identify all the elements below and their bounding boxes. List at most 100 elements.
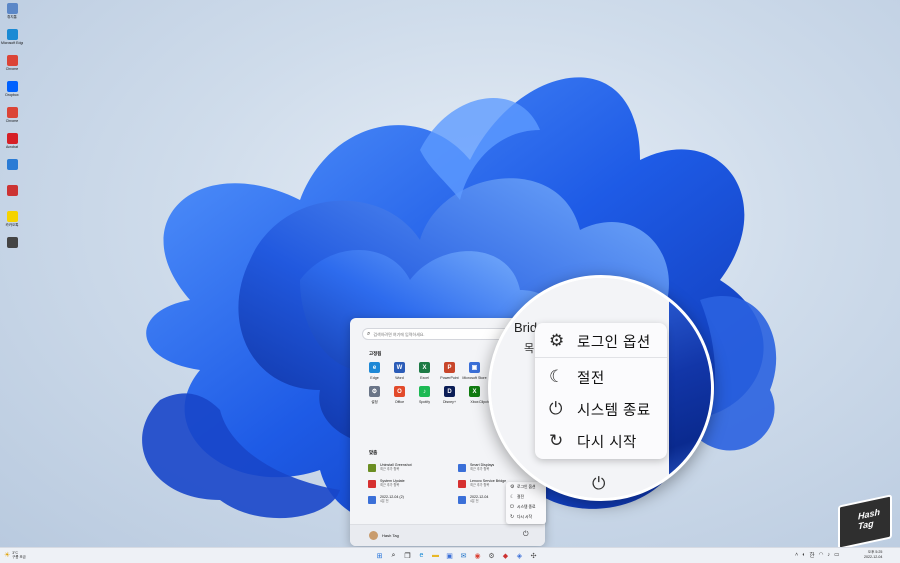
desktop-icon[interactable]: 휴지통	[2, 3, 22, 29]
pinned-app-label: Xbox	[470, 400, 479, 404]
pinned-app-label: Edge	[370, 376, 379, 380]
file-icon	[368, 480, 376, 488]
power-icon: ⏻	[510, 504, 514, 510]
weather-widget[interactable]: ☀ 3°C 구름 조금	[4, 551, 26, 559]
power-menu-item[interactable]: ↻ 다시 시작	[506, 512, 546, 522]
pinned-app[interactable]: W Word	[387, 362, 412, 380]
power-menu-label: 다시 시작	[517, 514, 533, 519]
pinned-app[interactable]: e Edge	[362, 362, 387, 380]
file-icon	[368, 464, 376, 472]
taskbar-edge-icon[interactable]: e	[416, 550, 427, 561]
power-menu-label: 시스템 종료	[517, 504, 536, 509]
desktop-icon[interactable]: Acrobat	[2, 133, 22, 159]
pinned-app[interactable]: ▣ Microsoft Store	[462, 362, 487, 380]
app-icon: ♪	[419, 386, 430, 397]
pinned-app[interactable]: D Disney+	[437, 386, 462, 404]
desktop-icon-label: Dropbox	[5, 93, 19, 97]
tray-app-icon[interactable]: ◐	[802, 552, 805, 558]
file-icon	[458, 496, 466, 504]
taskbar-chrome-icon[interactable]: ◉	[472, 550, 483, 561]
chrome-icon	[6, 107, 18, 118]
pinned-app-label: 설정	[371, 400, 378, 404]
pinned-app[interactable]: O Office	[387, 386, 412, 404]
desktop-icon-label: Chrome	[5, 67, 19, 71]
magnified-power-icon[interactable]: ⏻	[592, 474, 605, 494]
file-icon	[368, 496, 376, 504]
taskbar-app-icon[interactable]: ◆	[500, 550, 511, 561]
magnified-power-menu-label: 로그인 옵션	[577, 334, 651, 351]
desktop-icon[interactable]: Microsoft Edge	[1, 29, 23, 55]
desktop-icon[interactable]	[2, 185, 22, 211]
wifi-icon[interactable]: ◠	[819, 552, 824, 558]
taskbar-app2-icon[interactable]: ◈	[514, 550, 525, 561]
pinned-app-label: Word	[395, 376, 404, 380]
desktop-icon[interactable]: Chrome	[2, 107, 22, 133]
clock-date: 2022-12-04	[864, 555, 883, 559]
magnified-power-flyout: ⚙ 로그인 옵션 ☾ 절전 ⏻ 시스템 종료 ↻ 다시 시작	[535, 323, 667, 459]
ime-indicator[interactable]: 한	[810, 551, 815, 559]
taskbar-start-icon[interactable]: ⊞	[374, 550, 385, 561]
taskbar-mail-icon[interactable]: ✉	[458, 550, 469, 561]
clock[interactable]: 오후 5:25 2022-12-04	[864, 550, 882, 560]
recommended-title: 맞춤	[369, 450, 378, 455]
desktop-icon-label: 휴지통	[7, 15, 17, 19]
app-icon: O	[394, 386, 405, 397]
recommended-text: Uninstall Greenshot 최근 추가 항목	[380, 463, 412, 471]
magnified-partial-text: Brid	[514, 320, 538, 335]
desktop-icon-label: Chrome	[5, 119, 19, 123]
app-icon: D	[444, 386, 455, 397]
recommended-sub: 최근 추가 항목	[380, 483, 400, 487]
magnified-power-menu-item[interactable]: ☾ 절전	[535, 362, 667, 392]
magnified-power-menu-item[interactable]: ⏻ 시스템 종료	[535, 394, 667, 424]
user-account[interactable]: Hash Tag	[369, 531, 399, 540]
taskbar-file-explorer-icon[interactable]: ▬	[430, 550, 441, 561]
taskbar-store-icon[interactable]: ▣	[444, 550, 455, 561]
acrobat-icon	[6, 133, 18, 144]
battery-icon[interactable]: ▭	[834, 552, 839, 558]
desktop-icon[interactable]: Dropbox	[2, 81, 22, 107]
magnified-power-menu-label: 시스템 종료	[577, 402, 651, 419]
taskbar-task-view-icon[interactable]: ❐	[402, 550, 413, 561]
pinned-app-label: Disney+	[442, 400, 457, 404]
app-icon: X	[419, 362, 430, 373]
kakao-icon	[6, 211, 18, 222]
magnified-power-menu-item[interactable]: ↻ 다시 시작	[535, 426, 667, 456]
pinned-app[interactable]: X Excel	[412, 362, 437, 380]
volume-icon[interactable]: ♪	[827, 552, 830, 558]
recommended-item[interactable]: Uninstall Greenshot 최근 추가 항목	[368, 463, 448, 477]
power-icon: ⏻	[549, 399, 563, 418]
power-menu-item[interactable]: ⏻ 시스템 종료	[506, 502, 546, 512]
recommended-item[interactable]: 2022-12-04 (2) 4분 전	[368, 495, 448, 509]
taskbar-search-icon[interactable]: ⌕	[388, 550, 399, 561]
file-icon	[458, 464, 466, 472]
app-icon: W	[394, 362, 405, 373]
search-icon: ⌕	[367, 330, 371, 337]
pinned-app-label: Microsoft Store	[462, 376, 487, 380]
pinned-app[interactable]: P PowerPoint	[437, 362, 462, 380]
pinned-app[interactable]: ♪ Spotify	[412, 386, 437, 404]
taskbar-app3-icon[interactable]: ✣	[528, 550, 539, 561]
power-icon[interactable]: ⏻	[523, 531, 529, 539]
moon-icon: ☾	[549, 367, 565, 386]
desktop-icon[interactable]: Chrome	[2, 55, 22, 81]
desktop-icon[interactable]: 카카오톡	[2, 211, 22, 237]
recommended-item[interactable]: System Update 최근 추가 항목	[368, 479, 448, 493]
recycle-bin-icon	[6, 3, 18, 14]
app-icon: P	[444, 362, 455, 373]
taskbar-settings-icon[interactable]: ⚙	[486, 550, 497, 561]
pinned-app-label: Office	[394, 400, 405, 404]
taskbar-apps: ⊞ ⌕ ❐ e ▬ ▣ ✉ ◉ ⚙ ◆ ◈ ✣	[374, 550, 542, 561]
chevron-up-icon[interactable]: ˄	[795, 552, 798, 558]
system-tray: ˄ ◐ 한 ◠ ♪ ▭	[795, 551, 843, 559]
magnified-power-menu-item[interactable]: ⚙ 로그인 옵션	[535, 326, 667, 356]
recommended-text: System Update 최근 추가 항목	[380, 479, 405, 487]
pinned-app[interactable]: ⚙ 설정	[362, 386, 387, 404]
magnifier-callout: Brid 목 ⚙ 로그인 옵션 ☾ 절전 ⏻ 시스템 종료 ↻ 다시 시작 ⏻	[488, 275, 714, 501]
desktop-icon[interactable]	[2, 237, 22, 263]
recommended-text: 2022-12-04 (2) 4분 전	[380, 495, 404, 503]
file-icon	[458, 480, 466, 488]
app-icon	[6, 185, 18, 196]
desktop-icons: 휴지통 Microsoft Edge Chrome Dropbox Chrome Acro…	[1, 3, 23, 263]
desktop-icon[interactable]	[2, 159, 22, 185]
pinned-app-label: PowerPoint	[440, 376, 459, 380]
